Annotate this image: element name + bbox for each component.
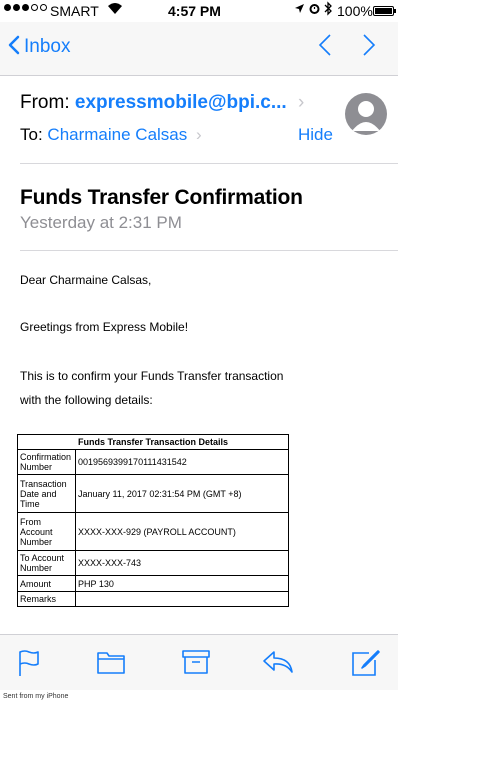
reply-icon[interactable] — [262, 649, 294, 675]
email-date: Yesterday at 2:31 PM — [20, 213, 182, 232]
email-subject: Funds Transfer Confirmation — [20, 186, 303, 209]
sent-from-signature: Sent from my iPhone — [3, 693, 69, 700]
alarm-icon — [308, 1, 321, 18]
divider — [20, 163, 398, 164]
row-value: PHP 130 — [75, 575, 289, 592]
divider — [20, 250, 398, 251]
body-line: with the following details: — [20, 393, 153, 407]
table-title: Funds Transfer Transaction Details — [17, 434, 289, 450]
to-row[interactable]: To: Charmaine Calsas › — [20, 125, 202, 145]
row-value: January 11, 2017 02:31:54 PM (GMT +8) — [75, 474, 289, 513]
battery-percent: 100% — [337, 3, 373, 19]
folder-icon[interactable] — [97, 649, 125, 675]
table-row: Confirmation Number 00195693991701114315… — [17, 449, 289, 475]
back-to-inbox-button[interactable]: Inbox — [8, 35, 70, 59]
row-label: Transaction Date and Time — [17, 474, 76, 513]
battery-icon — [373, 6, 396, 16]
row-label: Amount — [17, 575, 76, 592]
row-label: Remarks — [17, 591, 76, 607]
chevron-left-icon — [8, 35, 20, 59]
row-value: XXXX-XXX-743 — [75, 550, 289, 576]
row-label: From Account Number — [17, 512, 76, 551]
table-row: Transaction Date and Time January 11, 20… — [17, 474, 289, 513]
body-line: This is to confirm your Funds Transfer t… — [20, 369, 284, 383]
row-value — [75, 591, 289, 607]
sender-avatar[interactable] — [345, 93, 387, 135]
to-label: To: — [20, 125, 43, 144]
table-row: From Account Number XXXX-XXX-929 (PAYROL… — [17, 512, 289, 551]
archive-icon[interactable] — [182, 649, 210, 675]
navigation-bar: Inbox — [0, 22, 398, 76]
mail-app-screen: SMART 4:57 PM 100% Inbox From: expressmo… — [0, 0, 398, 690]
status-time: 4:57 PM — [168, 3, 221, 19]
row-label: Confirmation Number — [17, 449, 76, 475]
chevron-right-icon: › — [297, 92, 305, 113]
signal-strength-icon — [4, 4, 47, 11]
bottom-toolbar — [0, 634, 398, 690]
body-line: Greetings from Express Mobile! — [20, 320, 189, 334]
next-message-button[interactable] — [362, 32, 376, 64]
table-row: To Account Number XXXX-XXX-743 — [17, 550, 289, 576]
from-label: From: — [20, 92, 70, 113]
transaction-details-table: Funds Transfer Transaction Details Confi… — [17, 434, 289, 607]
wifi-icon — [107, 1, 123, 19]
table-row: Remarks — [17, 591, 289, 607]
row-value: XXXX-XXX-929 (PAYROLL ACCOUNT) — [75, 512, 289, 551]
greeting-text: Dear Charmaine Calsas, — [20, 273, 152, 287]
row-value: 0019569399170111431542 — [75, 449, 289, 475]
compose-icon[interactable] — [351, 649, 381, 677]
row-label: To Account Number — [17, 550, 76, 576]
status-bar: SMART 4:57 PM 100% — [0, 0, 398, 22]
previous-message-button[interactable] — [318, 32, 332, 64]
table-header-row: Funds Transfer Transaction Details — [17, 434, 289, 450]
back-label: Inbox — [24, 36, 71, 57]
table-row: Amount PHP 130 — [17, 575, 289, 592]
flag-icon[interactable] — [17, 649, 41, 677]
location-arrow-icon — [294, 2, 305, 18]
battery-fill — [375, 8, 392, 14]
recipient-name[interactable]: Charmaine Calsas — [47, 125, 187, 144]
chevron-right-icon: › — [196, 125, 202, 144]
hide-details-button[interactable]: Hide — [298, 125, 333, 145]
bluetooth-icon — [323, 1, 333, 19]
from-row[interactable]: From: expressmobile@bpi.c... › — [20, 92, 304, 114]
sender-address[interactable]: expressmobile@bpi.c... — [75, 92, 287, 113]
carrier-name: SMART — [50, 3, 99, 19]
